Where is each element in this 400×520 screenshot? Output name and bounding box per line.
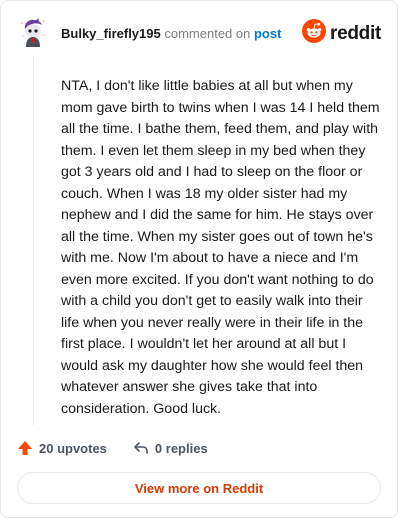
reply-count: 0 replies [154,440,208,456]
upvote-count: 20 upvotes [39,440,107,456]
post-link[interactable]: post [254,26,281,41]
comment-actions: 20 upvotes 0 replies [17,437,208,459]
reddit-brand[interactable]: reddit [302,19,381,48]
reddit-wordmark: reddit [330,22,381,44]
view-more-button[interactable]: View more on Reddit [17,472,381,504]
comment-text: NTA, I don't like little babies at all b… [61,78,380,417]
upvote-button[interactable]: 20 upvotes [17,440,107,456]
reply-arrow-icon [134,442,148,454]
thread-line [33,57,34,425]
snoo-avatar-icon[interactable] [17,17,49,49]
upvote-arrow-icon [18,441,32,455]
comment-meta: Bulky_firefly195 commented on post [61,26,281,41]
comment-body: NTA, I don't like little babies at all b… [61,76,381,420]
reply-button[interactable]: 0 replies [133,440,208,456]
username-link[interactable]: Bulky_firefly195 [61,26,161,41]
comment-embed-card: Bulky_firefly195 commented on post reddi… [0,0,398,518]
reddit-logo-icon [302,19,327,48]
commented-on-text: commented on [164,25,251,41]
comment-header: Bulky_firefly195 commented on post reddi… [17,17,381,49]
